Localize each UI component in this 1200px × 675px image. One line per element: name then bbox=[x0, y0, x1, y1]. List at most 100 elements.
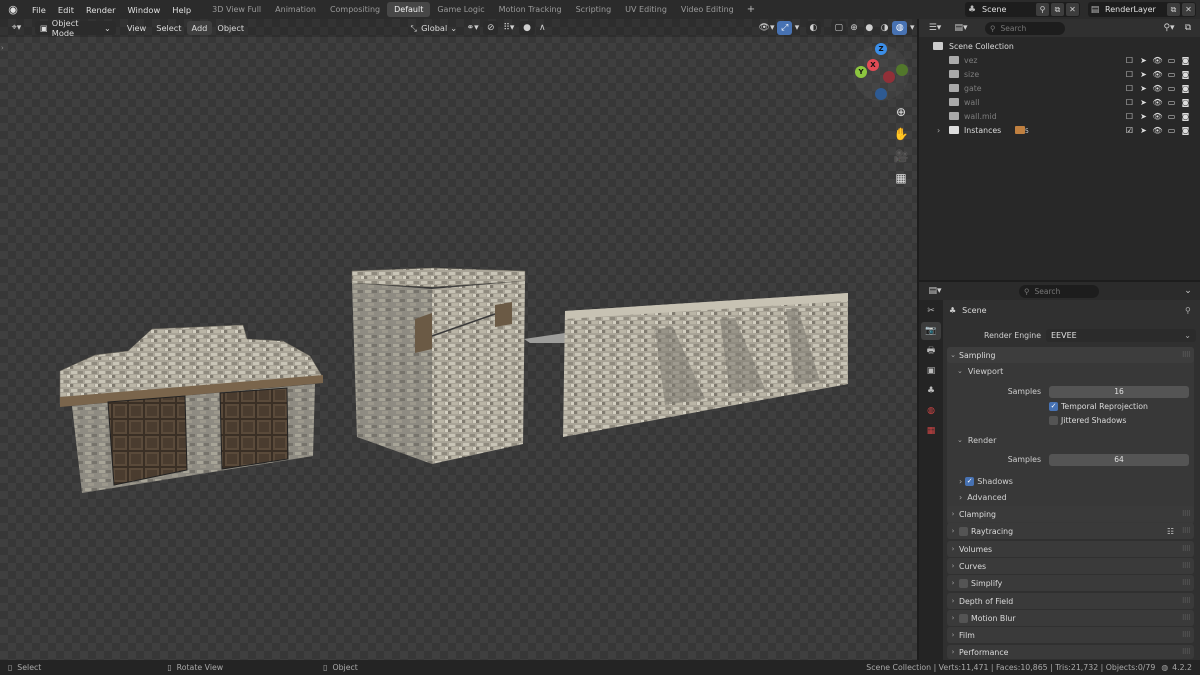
rendered-shading-icon[interactable]: ◍ bbox=[892, 21, 908, 35]
exclude-checkbox[interactable]: ☐ bbox=[1124, 84, 1135, 93]
snap-icon[interactable]: ⊘ bbox=[483, 21, 499, 35]
delete-scene-button[interactable]: ✕ bbox=[1066, 3, 1079, 16]
eye-icon[interactable]: 👁 bbox=[1152, 56, 1163, 65]
mode-dropdown[interactable]: ▣ Object Mode ⌄ bbox=[35, 19, 116, 38]
panel-curves[interactable]: › Curves ⠿⠿ bbox=[947, 558, 1194, 574]
properties-editor-icon[interactable]: ▤▾ bbox=[925, 284, 945, 298]
camera-icon[interactable]: ◙ bbox=[1180, 112, 1191, 121]
tower-model[interactable] bbox=[351, 267, 526, 464]
outliner-row-wall[interactable]: wall ☐ ➤ 👁 ▭ ◙ bbox=[919, 95, 1200, 109]
outliner-row-instances[interactable]: › Instances 5 ☑ ➤ 👁 ▭ ◙ bbox=[919, 123, 1200, 137]
menu-view[interactable]: View bbox=[122, 21, 151, 35]
tab-default[interactable]: Default bbox=[387, 2, 431, 17]
outliner-row-scene-collection[interactable]: Scene Collection bbox=[919, 39, 1200, 53]
visibility-icon[interactable]: 👁▾ bbox=[756, 21, 777, 35]
perspective-grid-icon[interactable]: ▦ bbox=[892, 169, 910, 187]
snap-target-icon[interactable]: ⠿▾ bbox=[498, 21, 519, 35]
camera-icon[interactable]: ◙ bbox=[1180, 70, 1191, 79]
gizmo-x-icon[interactable]: X bbox=[867, 59, 879, 71]
select-icon[interactable]: ➤ bbox=[1138, 56, 1149, 65]
select-icon[interactable]: ➤ bbox=[1138, 126, 1149, 135]
xray-icon[interactable]: ▢ bbox=[831, 21, 847, 35]
tab-compositing[interactable]: Compositing bbox=[323, 2, 387, 17]
tab-uv-editing[interactable]: UV Editing bbox=[618, 2, 674, 17]
gizmo-y-icon[interactable]: Y bbox=[855, 66, 867, 78]
panel-clamping[interactable]: › Clamping ⠿⠿ bbox=[947, 506, 1194, 522]
select-icon[interactable]: ➤ bbox=[1138, 84, 1149, 93]
monitor-icon[interactable]: ▭ bbox=[1166, 126, 1177, 135]
pan-hand-icon[interactable]: ✋ bbox=[892, 125, 910, 143]
panel-sampling[interactable]: ⌄ Sampling ⠿⠿ bbox=[947, 347, 1194, 363]
scene-tab-icon[interactable]: ♣ bbox=[921, 382, 941, 400]
drag-handle-icon[interactable]: ⠿⠿ bbox=[1182, 351, 1191, 359]
drag-handle-icon[interactable]: ⠿⠿ bbox=[1182, 614, 1191, 622]
camera-icon[interactable]: ◙ bbox=[1180, 56, 1191, 65]
new-collection-icon[interactable]: ⧉ bbox=[1180, 21, 1196, 35]
texture-tab-icon[interactable]: ▦ bbox=[921, 422, 941, 440]
navigation-gizmo[interactable]: Z Y X bbox=[850, 42, 914, 112]
panel-volumes[interactable]: › Volumes ⠿⠿ bbox=[947, 541, 1194, 557]
drag-handle-icon[interactable]: ⠿⠿ bbox=[1182, 527, 1191, 535]
scene-selector[interactable]: ♣ Scene ⚲ ⧉ ✕ bbox=[965, 2, 1080, 17]
drag-handle-icon[interactable]: ⠿⠿ bbox=[1182, 579, 1191, 587]
panel-depth-of-field[interactable]: › Depth of Field ⠿⠿ bbox=[947, 593, 1194, 609]
material-shading-icon[interactable]: ◑ bbox=[877, 21, 892, 35]
monitor-icon[interactable]: ▭ bbox=[1166, 98, 1177, 107]
gizmo-z-icon[interactable]: Z bbox=[875, 43, 887, 55]
tab-3d-view-full[interactable]: 3D View Full bbox=[205, 2, 268, 17]
falloff-icon[interactable]: ∧ bbox=[535, 21, 550, 35]
overlay-icon[interactable]: ◐ bbox=[805, 21, 822, 35]
solid-shading-icon[interactable]: ● bbox=[862, 21, 877, 35]
raytracing-checkbox[interactable] bbox=[959, 526, 968, 536]
panel-raytracing[interactable]: › Raytracing ☷ ⠿⠿ bbox=[947, 523, 1194, 539]
subpanel-render[interactable]: ⌄ Render bbox=[957, 432, 996, 448]
outliner-editor-icon[interactable]: ☰▾ bbox=[925, 21, 945, 35]
menu-add[interactable]: Add bbox=[186, 21, 213, 35]
eye-icon[interactable]: 👁 bbox=[1152, 126, 1163, 135]
select-icon[interactable]: ➤ bbox=[1138, 98, 1149, 107]
subpanel-viewport[interactable]: ⌄ Viewport bbox=[957, 363, 1003, 379]
wireframe-shading-icon[interactable]: ⊕ bbox=[846, 21, 861, 35]
menu-file[interactable]: File bbox=[26, 5, 52, 15]
gizmo-dropdown-icon[interactable]: ▾ bbox=[792, 21, 802, 35]
delete-layer-button[interactable]: ✕ bbox=[1182, 3, 1195, 16]
subpanel-advanced[interactable]: › Advanced bbox=[959, 489, 1007, 505]
tab-scripting[interactable]: Scripting bbox=[569, 2, 619, 17]
drag-handle-icon[interactable]: ⠿⠿ bbox=[1182, 631, 1191, 639]
options-chevron-icon[interactable]: ⌄ bbox=[1180, 284, 1196, 298]
outliner-search-input[interactable]: ⚲ Search bbox=[985, 21, 1065, 35]
properties-search-input[interactable]: ⚲ Search bbox=[1019, 284, 1099, 298]
panel-simplify[interactable]: › Simplify ⠿⠿ bbox=[947, 575, 1194, 591]
shadows-checkbox[interactable]: ✓ bbox=[965, 476, 975, 486]
menu-window[interactable]: Window bbox=[122, 5, 167, 15]
3d-viewport[interactable]: ⌖▾ ▣ Object Mode ⌄ View Select Add Objec… bbox=[0, 19, 917, 660]
tab-video-editing[interactable]: Video Editing bbox=[674, 2, 741, 17]
exclude-checkbox[interactable]: ☐ bbox=[1124, 98, 1135, 107]
blender-logo-icon[interactable]: ◉ bbox=[6, 3, 20, 17]
render-samples-field[interactable]: 64 bbox=[1049, 454, 1189, 466]
monitor-icon[interactable]: ▭ bbox=[1166, 70, 1177, 79]
panel-motion-blur[interactable]: › Motion Blur ⠿⠿ bbox=[947, 610, 1194, 626]
outliner-row-vez[interactable]: vez ☐ ➤ 👁 ▭ ◙ bbox=[919, 53, 1200, 67]
outliner-row-gate[interactable]: gate ☐ ➤ 👁 ▭ ◙ bbox=[919, 81, 1200, 95]
exclude-checkbox[interactable]: ☐ bbox=[1124, 70, 1135, 79]
tab-animation[interactable]: Animation bbox=[268, 2, 323, 17]
transform-orientation-dropdown[interactable]: ⤡ Global ⌄ bbox=[406, 21, 463, 35]
render-layer-name[interactable]: RenderLayer bbox=[1102, 5, 1166, 14]
eye-icon[interactable]: 👁 bbox=[1152, 98, 1163, 107]
eye-icon[interactable]: 👁 bbox=[1152, 112, 1163, 121]
tab-motion-tracking[interactable]: Motion Tracking bbox=[492, 2, 569, 17]
exclude-checkbox[interactable]: ☐ bbox=[1124, 56, 1135, 65]
view-layer-tab-icon[interactable]: ▣ bbox=[921, 362, 941, 380]
menu-select[interactable]: Select bbox=[151, 21, 186, 35]
proportional-edit-icon[interactable]: ● bbox=[519, 21, 535, 35]
pivot-icon[interactable]: ⚭▾ bbox=[462, 21, 483, 35]
drag-handle-icon[interactable]: ⠿⠿ bbox=[1182, 648, 1191, 656]
monitor-icon[interactable]: ▭ bbox=[1166, 56, 1177, 65]
drag-handle-icon[interactable]: ⠿⠿ bbox=[1182, 545, 1191, 553]
add-workspace-button[interactable]: + bbox=[741, 4, 761, 15]
select-icon[interactable]: ➤ bbox=[1138, 112, 1149, 121]
viewport-canvas[interactable] bbox=[0, 19, 917, 660]
display-mode-icon[interactable]: ▤▾ bbox=[951, 21, 971, 35]
render-engine-dropdown[interactable]: EEVEE ⌄ bbox=[1046, 329, 1196, 342]
